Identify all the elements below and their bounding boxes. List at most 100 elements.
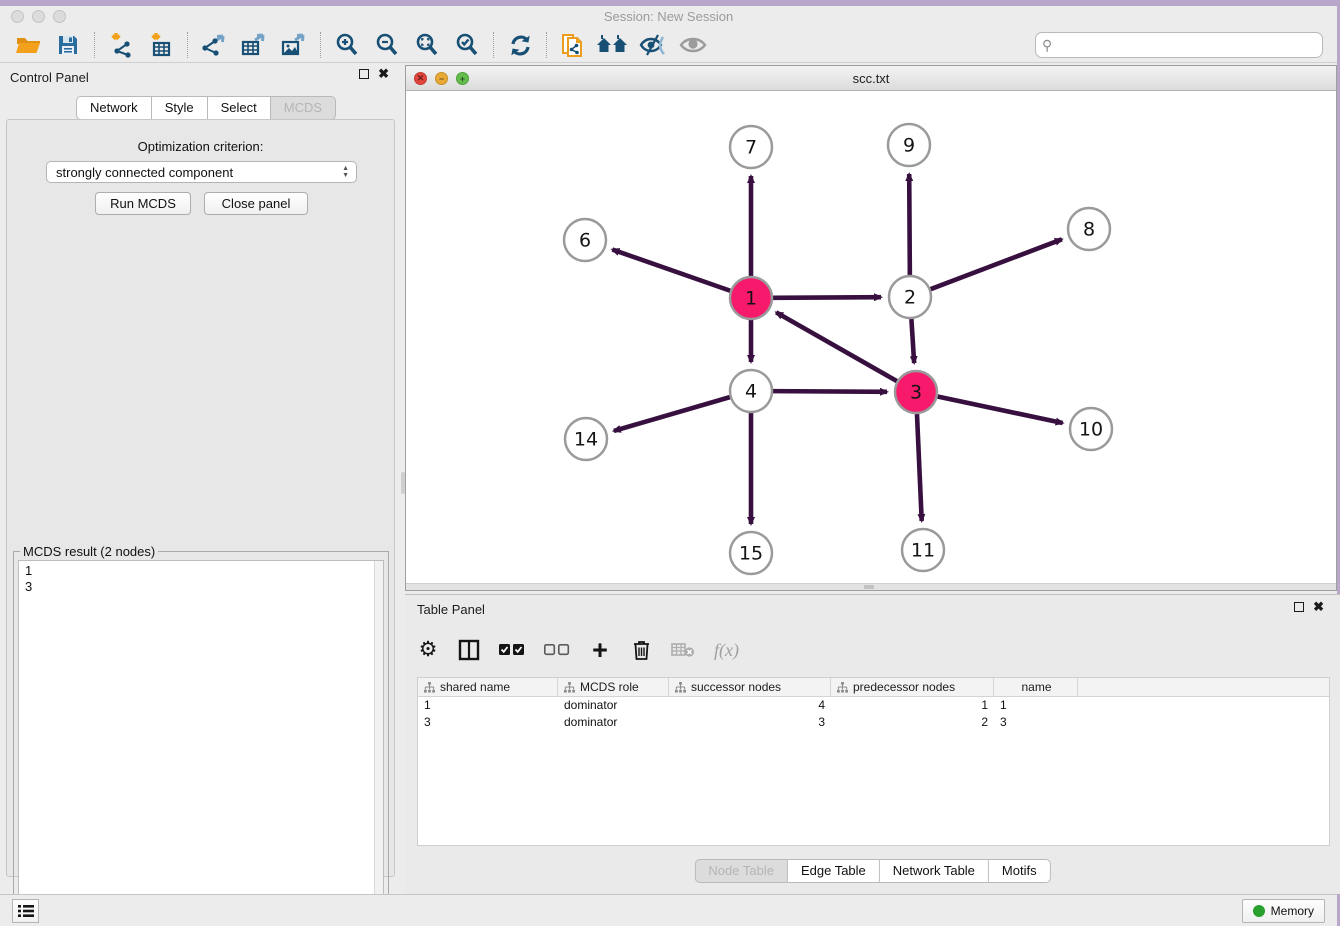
node-table: shared name MCDS role successor nodes xyxy=(417,677,1330,846)
graph-edge-1-6[interactable] xyxy=(612,250,730,291)
run-mcds-button[interactable]: Run MCDS xyxy=(95,192,191,215)
import-table-button[interactable] xyxy=(141,30,181,60)
graph-node-9[interactable]: 9 xyxy=(888,124,930,166)
table-row[interactable]: 3 dominator 3 2 3 xyxy=(418,714,1329,731)
optimization-criterion-select[interactable]: strongly connected component ▲▼ xyxy=(46,161,357,183)
home-pair-button[interactable] xyxy=(593,30,633,60)
zoom-out-button[interactable] xyxy=(367,30,407,60)
memory-button[interactable]: Memory xyxy=(1242,899,1325,923)
open-session-button[interactable] xyxy=(8,30,48,60)
cell-shared-name[interactable]: 1 xyxy=(418,697,558,714)
tab-style[interactable]: Style xyxy=(152,96,208,120)
export-image-icon xyxy=(280,32,308,58)
memory-status-icon xyxy=(1253,905,1265,917)
graph-edge-3-10[interactable] xyxy=(938,397,1063,423)
delete-table-button[interactable] xyxy=(671,642,695,658)
zoom-fit-button[interactable] xyxy=(407,30,447,60)
cell-name[interactable]: 1 xyxy=(994,697,1078,714)
mcds-result-scrollbar[interactable] xyxy=(374,561,383,925)
column-view-button[interactable] xyxy=(458,639,480,661)
column-header-shared-name[interactable]: shared name xyxy=(418,678,558,696)
refresh-button[interactable] xyxy=(500,30,540,60)
optimization-criterion-label: Optimization criterion: xyxy=(7,139,394,154)
zoom-in-button[interactable] xyxy=(327,30,367,60)
graph-edge-4-14[interactable] xyxy=(614,397,730,431)
graph-edge-3-1[interactable] xyxy=(776,312,897,381)
graph-node-15[interactable]: 15 xyxy=(730,532,772,574)
column-header-mcds-role[interactable]: MCDS role xyxy=(558,678,669,696)
cell-predecessor-nodes[interactable]: 2 xyxy=(831,714,994,731)
flat-hierarchy-icon xyxy=(424,682,435,693)
clone-network-icon xyxy=(560,31,586,59)
tab-node-table[interactable]: Node Table xyxy=(694,859,788,883)
control-panel-close-icon[interactable]: ✖ xyxy=(378,69,389,79)
graph-edge-2-3[interactable] xyxy=(911,319,914,363)
network-canvas[interactable]: 7 9 6 8 1 2 4 3 14 10 15 11 xyxy=(406,91,1336,583)
graph-node-label: 10 xyxy=(1079,419,1103,441)
cell-name[interactable]: 3 xyxy=(994,714,1078,731)
network-window-titlebar[interactable]: ✕ − + scc.txt xyxy=(406,66,1336,91)
cell-mcds-role[interactable]: dominator xyxy=(558,714,669,731)
tab-edge-table[interactable]: Edge Table xyxy=(788,859,880,883)
graph-edge-1-2[interactable] xyxy=(773,297,881,298)
cell-shared-name[interactable]: 3 xyxy=(418,714,558,731)
select-all-button[interactable] xyxy=(499,644,525,656)
tab-select[interactable]: Select xyxy=(208,96,271,120)
tab-mcds[interactable]: MCDS xyxy=(271,96,336,120)
cell-successor-nodes[interactable]: 4 xyxy=(669,697,831,714)
export-table-button[interactable] xyxy=(234,30,274,60)
table-settings-button[interactable]: ⚙ xyxy=(417,640,439,660)
close-panel-button[interactable]: Close panel xyxy=(204,192,308,215)
function-builder-button[interactable]: f(x) xyxy=(714,640,739,661)
graph-node-4[interactable]: 4 xyxy=(730,370,772,412)
eye-button[interactable] xyxy=(673,30,713,60)
graphics-details-icon xyxy=(639,33,667,57)
graph-edge-3-11[interactable] xyxy=(917,414,922,521)
graph-node-10[interactable]: 10 xyxy=(1070,408,1112,450)
cell-mcds-role[interactable]: dominator xyxy=(558,697,669,714)
task-history-button[interactable] xyxy=(12,899,39,923)
column-header-name[interactable]: name xyxy=(994,678,1078,696)
add-row-button[interactable]: + xyxy=(589,639,611,661)
control-panel-float-icon[interactable] xyxy=(359,69,369,79)
graph-node-1[interactable]: 1 xyxy=(730,277,772,319)
graph-node-2[interactable]: 2 xyxy=(889,276,931,318)
table-panel: Table Panel ✖ ⚙ + xyxy=(405,594,1340,894)
cell-predecessor-nodes[interactable]: 1 xyxy=(831,697,994,714)
zoom-selected-button[interactable] xyxy=(447,30,487,60)
deselect-all-button[interactable] xyxy=(544,644,570,656)
graph-node-8[interactable]: 8 xyxy=(1068,208,1110,250)
graph-edge-4-3[interactable] xyxy=(773,391,887,392)
column-header-successor-nodes[interactable]: successor nodes xyxy=(669,678,831,696)
graph-node-7[interactable]: 7 xyxy=(730,126,772,168)
graph-node-14[interactable]: 14 xyxy=(565,418,607,460)
mcds-result-line: 3 xyxy=(25,579,383,595)
table-panel-close-icon[interactable]: ✖ xyxy=(1313,602,1324,612)
main-toolbar: ⚲ xyxy=(0,28,1337,63)
toolbar-separator xyxy=(94,32,95,58)
search-input[interactable] xyxy=(1035,32,1323,58)
mcds-result-text[interactable]: 1 3 xyxy=(18,560,384,926)
export-network-button[interactable] xyxy=(194,30,234,60)
save-session-button[interactable] xyxy=(48,30,88,60)
graph-node-11[interactable]: 11 xyxy=(902,529,944,571)
column-header-predecessor-nodes[interactable]: predecessor nodes xyxy=(831,678,994,696)
graph-edge-2-9[interactable] xyxy=(909,174,910,275)
tab-network-table[interactable]: Network Table xyxy=(880,859,989,883)
graphics-details-button[interactable] xyxy=(633,30,673,60)
tab-motifs[interactable]: Motifs xyxy=(989,859,1051,883)
flat-hierarchy-icon xyxy=(564,682,575,693)
tab-network[interactable]: Network xyxy=(76,96,152,120)
clone-network-button[interactable] xyxy=(553,30,593,60)
graph-edge-2-8[interactable] xyxy=(931,239,1062,289)
table-row[interactable]: 1 dominator 4 1 1 xyxy=(418,697,1329,714)
table-panel-float-icon[interactable] xyxy=(1294,602,1304,612)
delete-row-button[interactable] xyxy=(630,639,652,661)
import-network-button[interactable] xyxy=(101,30,141,60)
export-image-button[interactable] xyxy=(274,30,314,60)
cell-successor-nodes[interactable]: 3 xyxy=(669,714,831,731)
network-splitter-handle[interactable] xyxy=(864,585,874,589)
graph-node-6[interactable]: 6 xyxy=(564,219,606,261)
graph-node-3[interactable]: 3 xyxy=(895,371,937,413)
window-title: Session: New Session xyxy=(0,9,1337,24)
